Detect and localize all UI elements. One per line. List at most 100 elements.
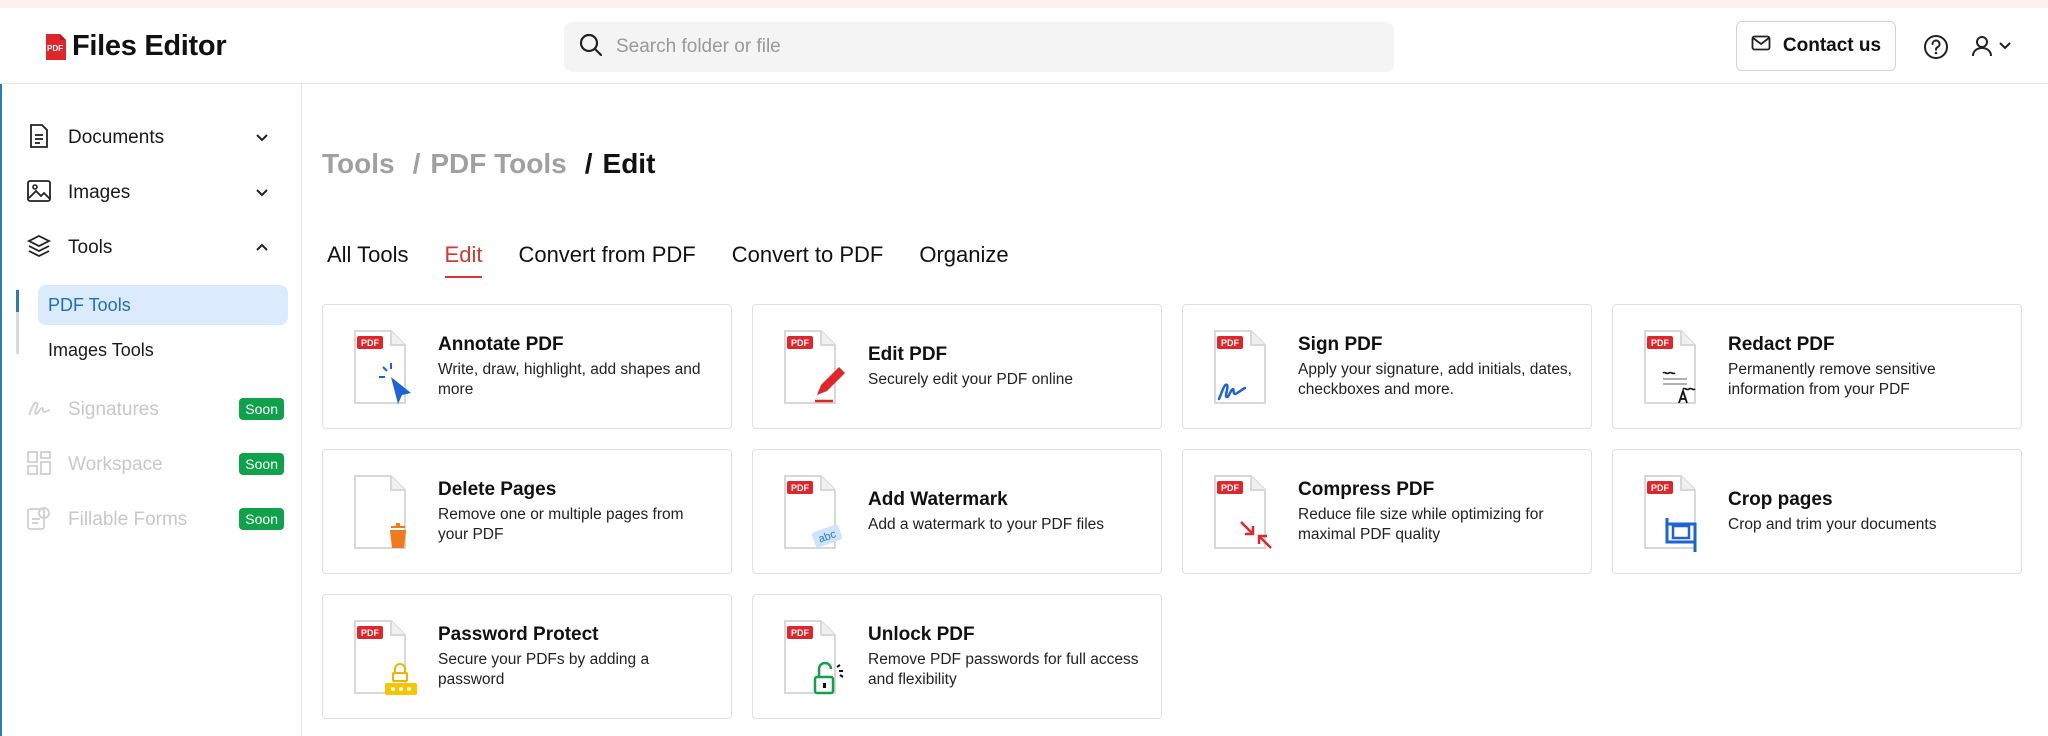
card-title: Edit PDF xyxy=(868,343,948,365)
card-description: Remove one or multiple pages from your P… xyxy=(438,505,684,543)
logo-badge-text: PDF xyxy=(47,44,63,53)
sidebar-subitem-pdf-tools[interactable]: PDF Tools xyxy=(38,285,288,325)
contact-us-button[interactable]: Contact us xyxy=(1736,21,1896,71)
card-title: Unlock PDF xyxy=(868,623,975,645)
card-description: Permanently remove sensitive information… xyxy=(1728,360,1936,398)
sidebar-item-tools[interactable]: Tools xyxy=(26,228,280,268)
app-name: Files Editor xyxy=(72,30,227,62)
tool-card-annotate-pdf[interactable]: PDF Annotate PDF Write, draw, highlight,… xyxy=(322,304,732,429)
tool-card-compress-pdf[interactable]: PDF Compress PDF Reduce file size while … xyxy=(1182,449,1592,574)
cursor-click-icon: PDF xyxy=(351,327,417,407)
sidebar-item-label: Fillable Forms xyxy=(68,509,188,530)
app-logo[interactable]: PDF Files Editor xyxy=(40,30,227,63)
breadcrumb-pdf-tools[interactable]: PDF Tools xyxy=(430,148,566,180)
svg-text:PDF: PDF xyxy=(791,628,810,638)
sidebar-item-label: Tools xyxy=(68,237,113,258)
chevron-down-icon xyxy=(254,129,270,150)
sidebar-item-workspace: Workspace Soon xyxy=(26,445,284,485)
pencil-icon: PDF xyxy=(781,327,847,407)
tool-tabs: All Tools Edit Convert from PDF Convert … xyxy=(327,242,1009,278)
search-bar[interactable] xyxy=(564,22,1394,72)
tab-organize[interactable]: Organize xyxy=(919,242,1008,278)
help-icon xyxy=(1923,35,1949,64)
svg-text:PDF: PDF xyxy=(791,338,810,348)
tab-edit[interactable]: Edit xyxy=(444,242,482,278)
breadcrumb-current: Edit xyxy=(602,148,656,179)
tool-card-crop-pages[interactable]: PDF Crop pages Crop and trim your docume… xyxy=(1612,449,2022,574)
card-description: Crop and trim your documents xyxy=(1728,515,1937,533)
card-title: Crop pages xyxy=(1728,488,1833,510)
image-icon xyxy=(26,178,52,209)
chevron-up-icon xyxy=(254,239,270,260)
tool-card-unlock-pdf[interactable]: PDF Unlock PDF Remove PDF passwords for … xyxy=(752,594,1162,719)
tab-convert-from-pdf[interactable]: Convert from PDF xyxy=(518,242,695,278)
logo-pdf-icon: PDF xyxy=(40,32,70,62)
soon-badge: Soon xyxy=(239,453,284,475)
chevron-down-icon xyxy=(254,184,270,205)
tool-card-add-watermark[interactable]: PDF abc Add Watermark Add a watermark to… xyxy=(752,449,1162,574)
card-description: Apply your signature, add initials, date… xyxy=(1298,360,1572,398)
workspace-icon xyxy=(26,450,52,481)
tab-all-tools[interactable]: All Tools xyxy=(327,242,409,278)
svg-text:PDF: PDF xyxy=(1221,483,1240,493)
svg-text:PDF: PDF xyxy=(1221,338,1240,348)
app-header: PDF Files Editor Contact us xyxy=(0,8,2048,84)
search-icon xyxy=(578,32,604,63)
card-description: Remove PDF passwords for full access and… xyxy=(868,650,1139,688)
tab-convert-to-pdf[interactable]: Convert to PDF xyxy=(732,242,884,278)
card-title: Redact PDF xyxy=(1728,333,1835,355)
forms-icon xyxy=(26,505,52,536)
password-lock-icon: PDF xyxy=(351,617,417,697)
contact-us-label: Contact us xyxy=(1782,35,1882,56)
tool-card-delete-pages[interactable]: Delete Pages Remove one or multiple page… xyxy=(322,449,732,574)
card-description: Secure your PDFs by adding a password xyxy=(438,650,650,688)
sidebar-item-documents[interactable]: Documents xyxy=(26,118,280,158)
breadcrumb-separator: / xyxy=(584,148,593,179)
sidebar-item-images[interactable]: Images xyxy=(26,173,280,213)
top-stripe xyxy=(0,0,2048,8)
tool-card-password-protect[interactable]: PDF Password Protect Secure your PDFs by… xyxy=(322,594,732,719)
tool-card-redact-pdf[interactable]: PDF Redact PDF Permanently remove sensit… xyxy=(1612,304,2022,429)
unlock-icon: PDF xyxy=(781,617,847,697)
card-title: Annotate PDF xyxy=(438,333,564,355)
breadcrumb: Tools / PDF Tools / Edit xyxy=(322,148,655,180)
card-title: Compress PDF xyxy=(1298,478,1435,500)
layers-icon xyxy=(26,233,52,264)
redact-icon: PDF xyxy=(1641,327,1707,407)
svg-text:PDF: PDF xyxy=(1651,483,1670,493)
svg-text:PDF: PDF xyxy=(791,483,810,493)
sidebar-item-label: Workspace xyxy=(68,454,163,475)
sidebar: Documents Images Tools PDF Tools Images … xyxy=(0,84,302,736)
user-icon xyxy=(1970,34,1994,63)
sidebar-item-label: Documents xyxy=(68,127,165,148)
card-description: Write, draw, highlight, add shapes and m… xyxy=(438,360,701,398)
trash-icon xyxy=(351,472,417,552)
crop-icon: PDF xyxy=(1641,472,1707,552)
search-input[interactable] xyxy=(616,36,1376,58)
sidebar-subitem-images-tools[interactable]: Images Tools xyxy=(48,330,154,370)
card-title: Sign PDF xyxy=(1298,333,1383,355)
card-description: Add a watermark to your PDF files xyxy=(868,515,1105,533)
card-title: Password Protect xyxy=(438,623,599,645)
user-menu-button[interactable] xyxy=(1970,34,2012,63)
soon-badge: Soon xyxy=(239,508,284,530)
help-button[interactable] xyxy=(1923,34,1949,65)
svg-text:PDF: PDF xyxy=(361,338,380,348)
sidebar-item-label: Images xyxy=(68,182,131,203)
compress-icon: PDF xyxy=(1211,472,1277,552)
breadcrumb-separator: / xyxy=(412,148,421,179)
soon-badge: Soon xyxy=(239,398,284,420)
sidebar-item-label: Signatures xyxy=(68,399,159,420)
sidebar-item-signatures: Signatures Soon xyxy=(26,390,284,430)
signature-icon: PDF xyxy=(1211,327,1277,407)
card-title: Add Watermark xyxy=(868,488,1008,510)
breadcrumb-tools[interactable]: Tools xyxy=(322,148,395,180)
card-title: Delete Pages xyxy=(438,478,557,500)
tool-card-edit-pdf[interactable]: PDF Edit PDF Securely edit your PDF onli… xyxy=(752,304,1162,429)
tool-card-sign-pdf[interactable]: PDF Sign PDF Apply your signature, add i… xyxy=(1182,304,1592,429)
svg-text:PDF: PDF xyxy=(1651,338,1670,348)
card-description: Securely edit your PDF online xyxy=(868,370,1074,388)
document-icon xyxy=(26,123,52,154)
sidebar-item-fillable-forms: Fillable Forms Soon xyxy=(26,500,284,540)
signature-icon xyxy=(26,395,52,426)
